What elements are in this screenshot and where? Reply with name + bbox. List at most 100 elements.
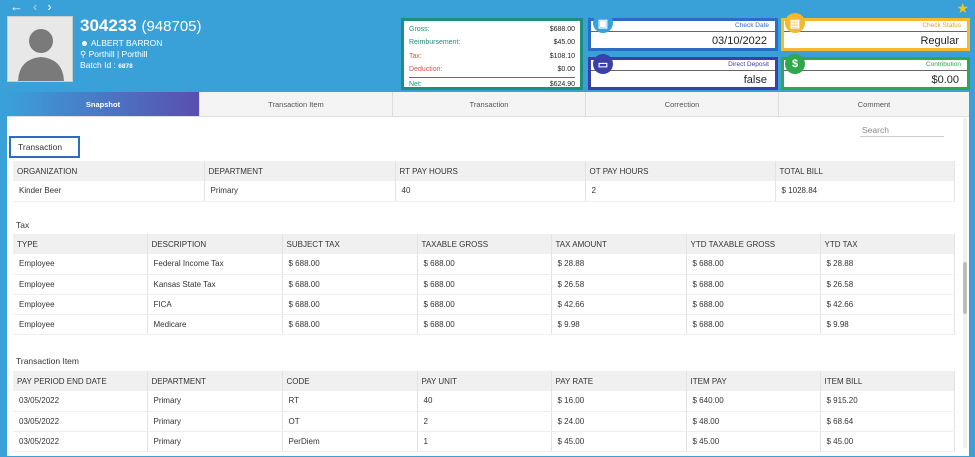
location-pin-icon: ⚲ [80, 49, 87, 59]
deduction-label: Deduction: [409, 66, 443, 74]
table-cell: FICA [147, 294, 283, 315]
table-cell: $ 1028.84 [775, 181, 955, 202]
column-header[interactable]: PAY PERIOD END DATE [13, 371, 148, 391]
tab-transaction[interactable]: Transaction [393, 92, 586, 116]
search-input[interactable] [862, 125, 942, 135]
avatar [7, 16, 73, 82]
table-cell: Kansas State Tax [147, 274, 283, 295]
table-cell: $ 688.00 [686, 254, 821, 275]
column-header[interactable]: RT PAY HOURS [395, 161, 586, 181]
table-cell: $ 26.58 [820, 274, 955, 295]
reimbursement-value: $45.00 [553, 39, 575, 47]
tax-value: $108.10 [549, 52, 575, 60]
tab-comment[interactable]: Comment [779, 92, 969, 116]
table-cell: 2 [585, 181, 776, 202]
employee-number: 304233 [80, 16, 137, 35]
person-silhouette-icon [8, 17, 72, 81]
next-icon[interactable]: › [47, 0, 51, 13]
table-cell: 40 [417, 391, 552, 412]
table-cell: Federal Income Tax [147, 254, 283, 275]
table-cell: Employee [13, 294, 148, 315]
transaction-item-table: PAY PERIOD END DATE DEPARTMENT CODE PAY … [13, 371, 955, 452]
column-header[interactable]: CODE [282, 371, 418, 391]
table-cell: Employee [13, 274, 148, 295]
column-header[interactable]: ITEM BILL [820, 371, 955, 391]
column-header[interactable]: PAY RATE [551, 371, 687, 391]
column-header[interactable]: TOTAL BILL [775, 161, 955, 181]
table-cell: 2 [417, 411, 552, 432]
table-cell: $ 688.00 [417, 314, 552, 335]
net-value: $624.90 [549, 80, 575, 88]
column-header[interactable]: SUBJECT TAX [282, 234, 418, 254]
table-cell: $ 688.00 [282, 274, 418, 295]
status-icon: ▤ [785, 13, 805, 33]
tab-snapshot[interactable]: Snapshot [7, 92, 200, 116]
tax-label: Tax: [409, 52, 422, 60]
previous-icon[interactable]: ‹ [33, 0, 37, 13]
table-row[interactable]: 03/05/2022 Primary OT 2 $ 24.00 $ 48.00 … [13, 411, 955, 432]
card-divider [784, 31, 967, 32]
table-cell: Primary [147, 411, 283, 432]
column-header[interactable]: DEPARTMENT [147, 371, 283, 391]
favorite-star-icon[interactable]: ★ [956, 0, 969, 17]
net-label: Net: [409, 80, 422, 88]
column-header[interactable]: DEPARTMENT [204, 161, 396, 181]
table-row[interactable]: Employee FICA $ 688.00 $ 688.00 $ 42.66 … [13, 294, 955, 315]
table-row[interactable]: Employee Medicare $ 688.00 $ 688.00 $ 9.… [13, 314, 955, 335]
employee-id: 304233 (948705) [80, 16, 202, 36]
table-row[interactable]: Kinder Beer Primary 40 2 $ 1028.84 [13, 181, 955, 202]
reimbursement-row: Reimbursement: $45.00 [409, 36, 575, 49]
check-date-value: 03/10/2022 [711, 35, 767, 47]
column-header[interactable]: PAY UNIT [417, 371, 552, 391]
nav-bar: ← ‹ › [10, 0, 52, 13]
table-cell: 1 [417, 431, 552, 452]
person-icon: ☻ [80, 38, 89, 48]
table-row[interactable]: Employee Federal Income Tax $ 688.00 $ 6… [13, 254, 955, 275]
table-cell: 03/05/2022 [13, 411, 148, 432]
column-header[interactable]: TYPE [13, 234, 148, 254]
table-cell: $ 9.98 [820, 314, 955, 335]
table-cell: $ 45.00 [686, 431, 821, 452]
table-cell: Employee [13, 254, 148, 275]
table-cell: $ 688.00 [686, 274, 821, 295]
tax-table: TYPE DESCRIPTION SUBJECT TAX TAXABLE GRO… [13, 234, 955, 335]
column-header[interactable]: TAX AMOUNT [551, 234, 687, 254]
check-status-value: Regular [920, 35, 959, 47]
table-cell: $ 915.20 [820, 391, 955, 412]
table-cell: PerDiem [282, 431, 418, 452]
column-header[interactable]: ITEM PAY [686, 371, 821, 391]
table-cell: $ 16.00 [551, 391, 687, 412]
scrollbar-thumb[interactable] [963, 262, 967, 314]
table-cell: $ 688.00 [417, 274, 552, 295]
page-scrollbar[interactable] [963, 118, 967, 448]
employee-location-row: ⚲ Porthill | Porthill [80, 49, 148, 60]
column-header[interactable]: YTD TAXABLE GROSS [686, 234, 821, 254]
table-cell: RT [282, 391, 418, 412]
deduction-row: Deduction: $0.00 [409, 63, 575, 76]
transaction-table: ORGANIZATION DEPARTMENT RT PAY HOURS OT … [13, 161, 955, 202]
table-row[interactable]: 03/05/2022 Primary PerDiem 1 $ 45.00 $ 4… [13, 431, 955, 452]
table-row[interactable]: Employee Kansas State Tax $ 688.00 $ 688… [13, 274, 955, 295]
table-cell: $ 688.00 [282, 254, 418, 275]
tab-correction[interactable]: Correction [586, 92, 779, 116]
column-header[interactable]: DESCRIPTION [147, 234, 283, 254]
direct-deposit-label: Direct Deposit [728, 61, 769, 68]
table-cell: $ 24.00 [551, 411, 687, 432]
table-cell: $ 68.64 [820, 411, 955, 432]
table-row[interactable]: 03/05/2022 Primary RT 40 $ 16.00 $ 640.0… [13, 391, 955, 412]
direct-deposit-card: Direct Deposit false [588, 57, 778, 90]
employee-alt-id: (948705) [141, 18, 202, 35]
card-divider [784, 70, 967, 71]
transaction-section-title: Transaction [9, 136, 80, 158]
column-header[interactable]: ORGANIZATION [13, 161, 205, 181]
column-header[interactable]: YTD TAX [820, 234, 955, 254]
table-cell: $ 45.00 [551, 431, 687, 452]
employee-location: Porthill | Porthill [88, 49, 148, 59]
table-cell: Primary [204, 181, 396, 202]
column-header[interactable]: OT PAY HOURS [585, 161, 776, 181]
check-status-label: Check Status [922, 22, 961, 29]
tab-transaction-item[interactable]: Transaction Item [200, 92, 393, 116]
table-cell: $ 688.00 [686, 314, 821, 335]
back-arrow-icon[interactable]: ← [10, 0, 23, 13]
column-header[interactable]: TAXABLE GROSS [417, 234, 552, 254]
